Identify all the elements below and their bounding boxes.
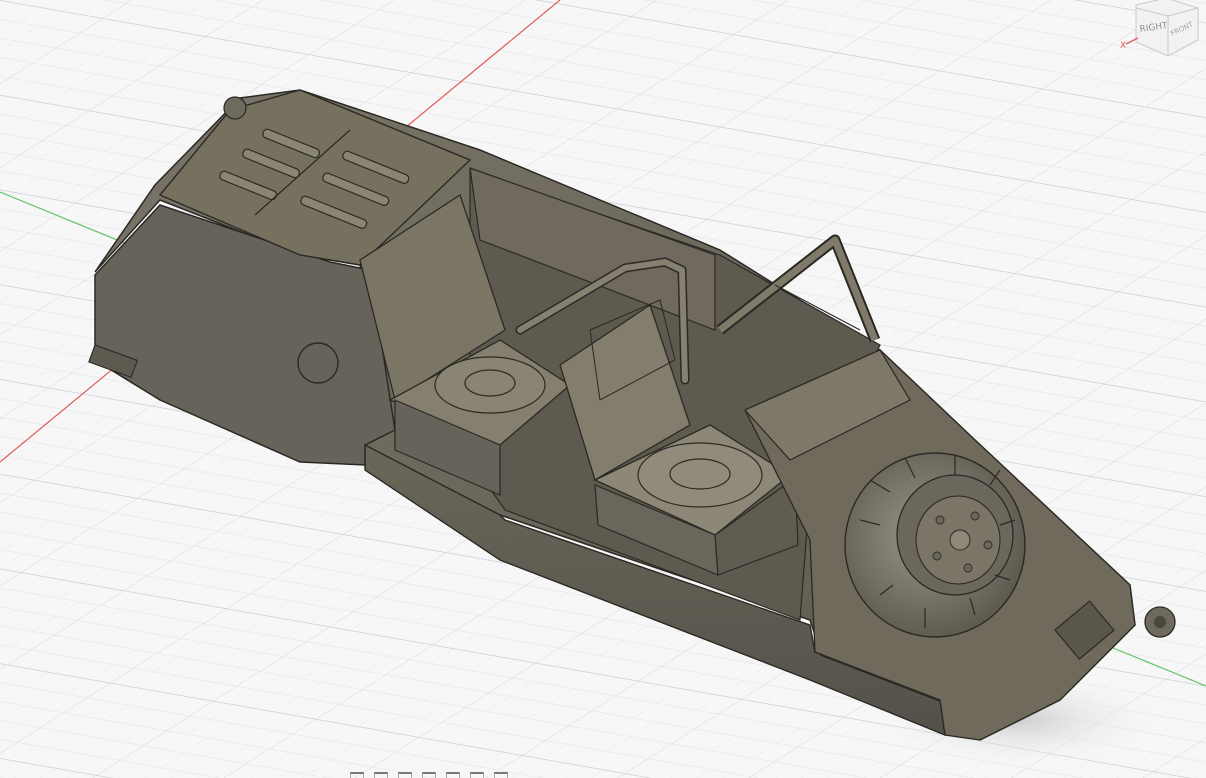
pan-icon[interactable] — [374, 772, 388, 778]
spare-tire — [844, 452, 1026, 638]
viewcube[interactable]: RIGHT FRONT X — [1106, 0, 1206, 64]
viewports-icon[interactable] — [494, 772, 508, 778]
tow-hook-eye — [1154, 616, 1166, 628]
canvas-drawing[interactable] — [0, 0, 1206, 778]
3d-viewport[interactable]: RIGHT FRONT X — [0, 0, 1206, 778]
viewcube-x-label: X — [1120, 41, 1126, 51]
zoom-icon[interactable] — [398, 772, 412, 778]
orbit-icon[interactable] — [350, 772, 364, 778]
navigation-toolbar[interactable] — [350, 770, 590, 778]
grid-settings-icon[interactable] — [470, 772, 484, 778]
fit-icon[interactable] — [422, 772, 436, 778]
display-settings-icon[interactable] — [446, 772, 460, 778]
exhaust-cap — [223, 96, 247, 120]
